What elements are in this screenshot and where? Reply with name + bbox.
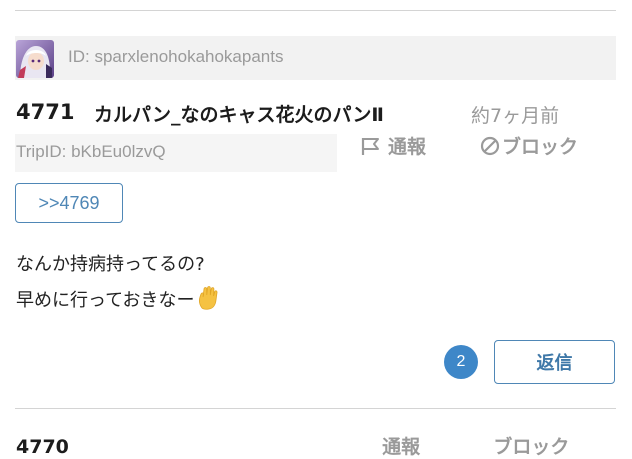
report-label: 通報 xyxy=(388,136,427,158)
report-button[interactable]: 通報 xyxy=(360,132,426,159)
raised-hand-emoji xyxy=(197,286,219,315)
post-number[interactable]: 4771 xyxy=(16,100,74,124)
block-label: ブロック xyxy=(502,136,579,158)
next-report-label[interactable]: 通報 xyxy=(382,436,420,458)
post-body-line-2: 早めに行っておきなー xyxy=(16,286,219,315)
reply-count-badge[interactable]: 2 xyxy=(444,345,478,379)
next-block-label[interactable]: ブロック xyxy=(493,436,569,458)
next-post-header: 4770 通報 ブロック xyxy=(16,432,616,459)
reply-anchor-link[interactable]: >>4769 xyxy=(15,183,123,223)
user-id: ID: sparxlenohokahokapants xyxy=(68,47,284,66)
avatar-image xyxy=(16,40,54,78)
block-button[interactable]: ブロック xyxy=(480,132,578,159)
block-icon xyxy=(480,136,500,155)
post-body-line-1: なんか持病持ってるの? xyxy=(16,254,205,275)
post-timestamp: 約7ヶ月前 xyxy=(471,105,560,127)
flag-icon xyxy=(361,137,379,155)
trip-id: TripID: bKbEu0lzvQ xyxy=(16,142,166,161)
top-divider xyxy=(15,10,616,11)
avatar[interactable] xyxy=(16,40,54,78)
post-body-text: 早めに行っておきなー xyxy=(16,290,195,311)
post-author-name: カルパン_なのキャス花火のパンⅡ xyxy=(94,104,384,126)
reply-button[interactable]: 返信 xyxy=(494,340,615,384)
bottom-divider xyxy=(15,408,616,409)
next-post-number[interactable]: 4770 xyxy=(16,436,69,458)
